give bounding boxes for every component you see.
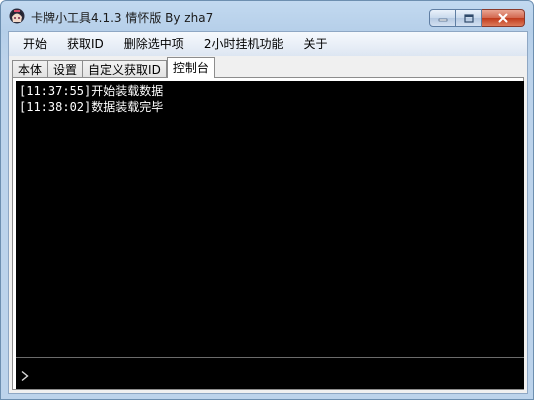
console-command-input[interactable]: [34, 362, 522, 386]
caption-buttons: [429, 9, 525, 27]
menu-get-id[interactable]: 获取ID: [57, 32, 114, 56]
menu-about[interactable]: 关于: [293, 32, 337, 56]
window-title: 卡牌小工具4.1.3 情怀版 By zha7: [31, 11, 214, 25]
menu-delete-selected[interactable]: 删除选中项: [114, 32, 194, 56]
maximize-icon: [463, 13, 474, 23]
tab-custom-get-id[interactable]: 自定义获取ID: [82, 60, 167, 78]
minimize-button[interactable]: [429, 9, 456, 27]
menu-bar: 开始 获取ID 删除选中项 2小时挂机功能 关于: [9, 32, 527, 56]
tab-console[interactable]: 控制台: [166, 57, 215, 78]
console-input-row: [16, 357, 524, 389]
log-line: [11:38:02]数据装载完毕: [19, 100, 164, 114]
maximize-button[interactable]: [456, 9, 482, 27]
menu-2h-idle[interactable]: 2小时挂机功能: [194, 32, 294, 56]
menu-start[interactable]: 开始: [9, 32, 57, 56]
console-tab-panel: [11:37:55]开始装载数据 [11:38:02]数据装载完毕: [12, 77, 524, 390]
tab-settings[interactable]: 设置: [47, 60, 84, 78]
console-output[interactable]: [11:37:55]开始装载数据 [11:38:02]数据装载完毕: [16, 81, 524, 357]
anime-avatar-icon: [9, 8, 25, 24]
app-window: 卡牌小工具4.1.3 情怀版 By zha7 开始 获取ID 删除选中项 2小时…: [0, 0, 534, 400]
tab-strip: 本体 设置 自定义获取ID 控制台: [9, 56, 527, 78]
close-button[interactable]: [482, 9, 525, 27]
minimize-icon: [438, 18, 447, 22]
log-line: [11:37:55]开始装载数据: [19, 84, 164, 98]
title-bar[interactable]: 卡牌小工具4.1.3 情怀版 By zha7: [1, 1, 533, 31]
client-area: 开始 获取ID 删除选中项 2小时挂机功能 关于 本体 设置 自定义获取ID 控…: [8, 31, 528, 394]
close-icon: [498, 13, 508, 23]
tab-main[interactable]: 本体: [12, 60, 49, 78]
chevron-right-icon: [20, 367, 30, 382]
